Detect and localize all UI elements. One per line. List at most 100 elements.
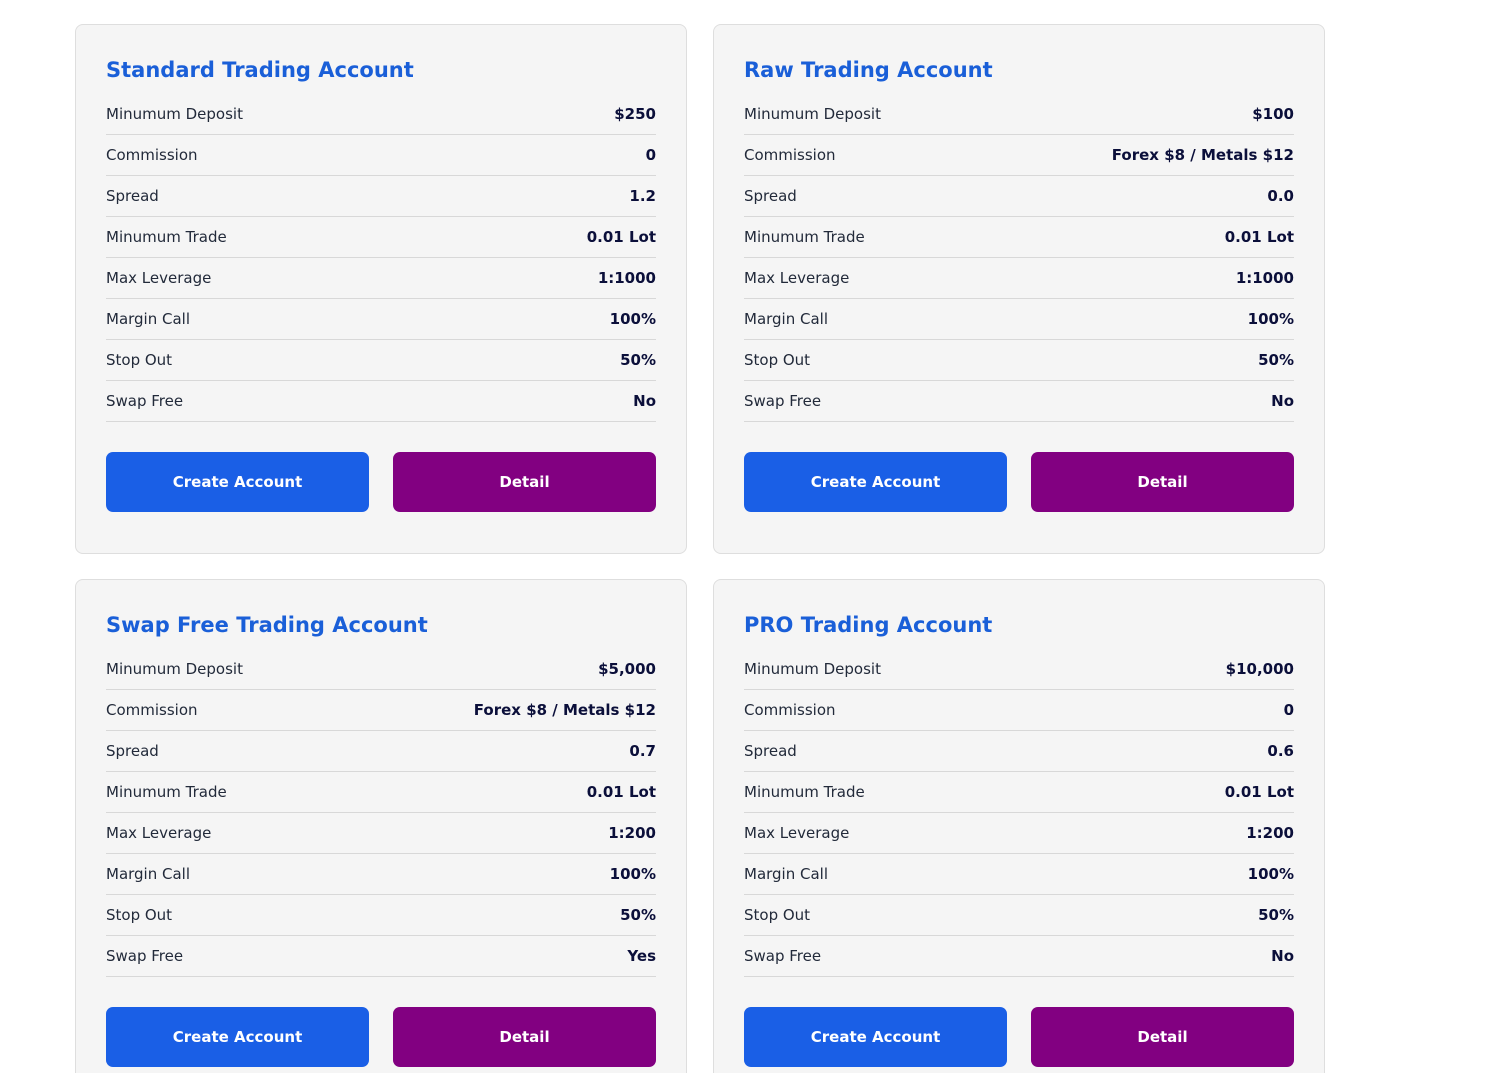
spec-value: $10,000 xyxy=(1225,660,1294,678)
card-actions: Create Account Detail xyxy=(106,1007,656,1067)
spec-row-minimum-trade: Minumum Trade 0.01 Lot xyxy=(106,772,656,813)
spec-label: Minumum Deposit xyxy=(744,660,881,678)
spec-row-swap-free: Swap Free No xyxy=(106,381,656,422)
spec-value: $250 xyxy=(614,105,656,123)
spec-value: 50% xyxy=(620,906,656,924)
spec-row-commission: Commission Forex $8 / Metals $12 xyxy=(744,135,1294,176)
spec-row-spread: Spread 0.7 xyxy=(106,731,656,772)
spec-label: Max Leverage xyxy=(106,269,212,287)
spec-label: Stop Out xyxy=(744,351,811,369)
card-title: Raw Trading Account xyxy=(744,58,993,82)
spec-row-margin-call: Margin Call 100% xyxy=(744,299,1294,340)
detail-button[interactable]: Detail xyxy=(1031,452,1294,512)
spec-value: 50% xyxy=(1258,906,1294,924)
spec-value: 100% xyxy=(1247,310,1294,328)
spec-row-minimum-deposit: Minumum Deposit $10,000 xyxy=(744,649,1294,690)
account-card-pro: PRO Trading Account Minumum Deposit $10,0… xyxy=(713,579,1325,1073)
spec-value: $5,000 xyxy=(598,660,656,678)
spec-value: 0.0 xyxy=(1267,187,1294,205)
spec-value: 1:1000 xyxy=(597,269,656,287)
spec-row-commission: Commission Forex $8 / Metals $12 xyxy=(106,690,656,731)
spec-row-minimum-trade: Minumum Trade 0.01 Lot xyxy=(744,217,1294,258)
spec-value: 1:200 xyxy=(608,824,656,842)
spec-row-spread: Spread 1.2 xyxy=(106,176,656,217)
spec-row-commission: Commission 0 xyxy=(106,135,656,176)
spec-row-minimum-deposit: Minumum Deposit $100 xyxy=(744,94,1294,135)
spec-row-max-leverage: Max Leverage 1:200 xyxy=(106,813,656,854)
card-title: Standard Trading Account xyxy=(106,58,414,82)
spec-label: Commission xyxy=(106,146,198,164)
account-card-standard: Standard Trading Account Minumum Deposit… xyxy=(75,24,687,554)
detail-button[interactable]: Detail xyxy=(393,452,656,512)
spec-label: Spread xyxy=(744,187,797,205)
card-title: Swap Free Trading Account xyxy=(106,613,428,637)
spec-row-stop-out: Stop Out 50% xyxy=(744,340,1294,381)
spec-value: 1:1000 xyxy=(1235,269,1294,287)
spec-label: Max Leverage xyxy=(744,824,850,842)
spec-value: 0.01 Lot xyxy=(586,228,656,246)
create-account-button[interactable]: Create Account xyxy=(744,1007,1007,1067)
spec-row-swap-free: Swap Free No xyxy=(744,381,1294,422)
spec-label: Spread xyxy=(106,187,159,205)
spec-list: Minumum Deposit $10,000 Commission 0 Sprea… xyxy=(744,649,1294,977)
spec-value: 0.01 Lot xyxy=(1224,228,1294,246)
spec-label: Minumum Deposit xyxy=(106,660,243,678)
spec-value: 100% xyxy=(609,310,656,328)
spec-value: 0.6 xyxy=(1267,742,1294,760)
spec-label: Minumum Trade xyxy=(744,228,865,246)
spec-row-minimum-deposit: Minumum Deposit $5,000 xyxy=(106,649,656,690)
spec-value: 50% xyxy=(620,351,656,369)
spec-label: Spread xyxy=(744,742,797,760)
spec-label: Minumum Trade xyxy=(744,783,865,801)
spec-label: Stop Out xyxy=(106,351,173,369)
spec-value: No xyxy=(1271,947,1294,965)
spec-row-max-leverage: Max Leverage 1:200 xyxy=(744,813,1294,854)
page: Standard Trading Account Minumum Deposit… xyxy=(0,0,1499,1073)
spec-label: Minumum Deposit xyxy=(106,105,243,123)
spec-row-margin-call: Margin Call 100% xyxy=(744,854,1294,895)
spec-label: Stop Out xyxy=(744,906,811,924)
create-account-button[interactable]: Create Account xyxy=(744,452,1007,512)
spec-label: Swap Free xyxy=(106,392,184,410)
card-actions: Create Account Detail xyxy=(106,452,656,512)
account-card-swap-free: Swap Free Trading Account Minumum Deposi… xyxy=(75,579,687,1073)
spec-row-minimum-trade: Minumum Trade 0.01 Lot xyxy=(106,217,656,258)
spec-label: Commission xyxy=(106,701,198,719)
spec-row-spread: Spread 0.6 xyxy=(744,731,1294,772)
spec-row-stop-out: Stop Out 50% xyxy=(106,895,656,936)
spec-list: Minumum Deposit $5,000 Commission Forex $8… xyxy=(106,649,656,977)
spec-value: Yes xyxy=(627,947,656,965)
create-account-button[interactable]: Create Account xyxy=(106,1007,369,1067)
spec-value: $100 xyxy=(1252,105,1294,123)
spec-label: Swap Free xyxy=(744,947,822,965)
spec-value: 0.01 Lot xyxy=(586,783,656,801)
spec-label: Margin Call xyxy=(106,865,191,883)
spec-value: Forex $8 / Metals $12 xyxy=(473,701,656,719)
spec-value: No xyxy=(1271,392,1294,410)
spec-label: Max Leverage xyxy=(744,269,850,287)
card-actions: Create Account Detail xyxy=(744,452,1294,512)
spec-row-max-leverage: Max Leverage 1:1000 xyxy=(744,258,1294,299)
spec-value: 0 xyxy=(645,146,656,164)
spec-row-stop-out: Stop Out 50% xyxy=(744,895,1294,936)
detail-button[interactable]: Detail xyxy=(1031,1007,1294,1067)
spec-label: Minumum Trade xyxy=(106,783,227,801)
spec-label: Stop Out xyxy=(106,906,173,924)
spec-label: Swap Free xyxy=(744,392,822,410)
spec-row-margin-call: Margin Call 100% xyxy=(106,299,656,340)
account-card-raw: Raw Trading Account Minumum Deposit $100 … xyxy=(713,24,1325,554)
spec-label: Max Leverage xyxy=(106,824,212,842)
spec-row-spread: Spread 0.0 xyxy=(744,176,1294,217)
card-title: PRO Trading Account xyxy=(744,613,993,637)
spec-row-commission: Commission 0 xyxy=(744,690,1294,731)
spec-label: Minumum Deposit xyxy=(744,105,881,123)
spec-row-stop-out: Stop Out 50% xyxy=(106,340,656,381)
card-actions: Create Account Detail xyxy=(744,1007,1294,1067)
spec-row-max-leverage: Max Leverage 1:1000 xyxy=(106,258,656,299)
spec-row-margin-call: Margin Call 100% xyxy=(106,854,656,895)
spec-label: Spread xyxy=(106,742,159,760)
spec-row-minimum-trade: Minumum Trade 0.01 Lot xyxy=(744,772,1294,813)
detail-button[interactable]: Detail xyxy=(393,1007,656,1067)
spec-list: Minumum Deposit $250 Commission 0 Spread 1.… xyxy=(106,94,656,422)
create-account-button[interactable]: Create Account xyxy=(106,452,369,512)
